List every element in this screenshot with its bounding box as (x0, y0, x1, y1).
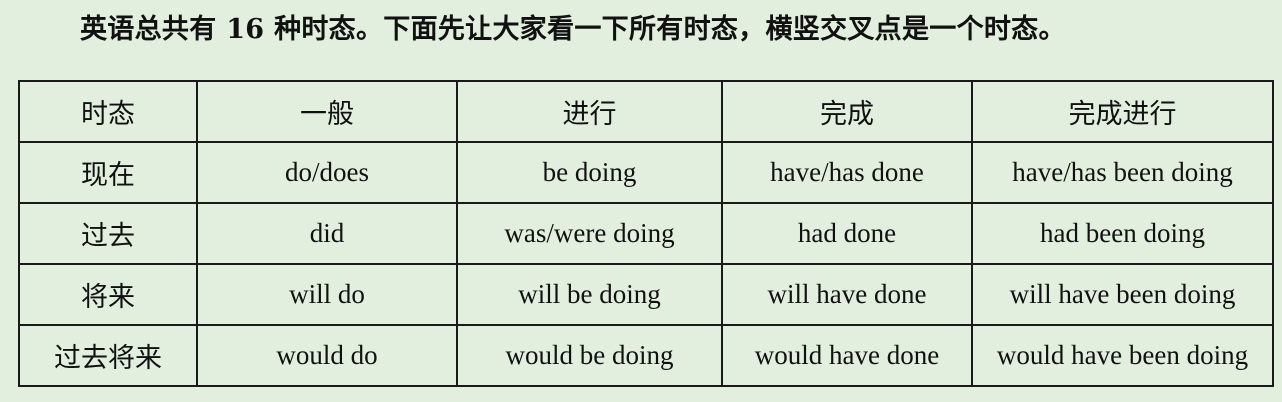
tense-table: 时态 一般 进行 完成 完成进行 现在 do/does be doing hav… (18, 80, 1274, 387)
table-cell: did (196, 202, 458, 265)
table-cell: would have done (721, 324, 973, 387)
table-cell: be doing (456, 141, 723, 204)
intro-text: 英语总共有 16 种时态。下面先让大家看一下所有时态，横竖交叉点是一个时态。 (80, 14, 1066, 45)
header-cell-progressive: 进行 (456, 80, 723, 143)
header-cell-perfect-progressive: 完成进行 (971, 80, 1274, 143)
table-row: 将来 will do will be doing will have done … (18, 263, 1274, 326)
table-cell: had been doing (971, 202, 1274, 265)
table-cell: was/were doing (456, 202, 723, 265)
table-cell: will be doing (456, 263, 723, 326)
table-cell: will have been doing (971, 263, 1274, 326)
row-label: 将来 (18, 263, 198, 326)
table-cell: will have done (721, 263, 973, 326)
table-cell: would do (196, 324, 458, 387)
table-cell: do/does (196, 141, 458, 204)
table-row: 过去将来 would do would be doing would have … (18, 324, 1274, 387)
header-cell-simple: 一般 (196, 80, 458, 143)
table-cell: have/has done (721, 141, 973, 204)
header-cell-perfect: 完成 (721, 80, 973, 143)
header-cell-tense: 时态 (18, 80, 198, 143)
table-row: 现在 do/does be doing have/has done have/h… (18, 141, 1274, 204)
table-cell: have/has been doing (971, 141, 1274, 204)
table-cell: will do (196, 263, 458, 326)
table-cell: would be doing (456, 324, 723, 387)
row-label: 过去 (18, 202, 198, 265)
row-label: 过去将来 (18, 324, 198, 387)
table-cell: had done (721, 202, 973, 265)
row-label: 现在 (18, 141, 198, 204)
table-cell: would have been doing (971, 324, 1274, 387)
header-row: 时态 一般 进行 完成 完成进行 (18, 80, 1274, 143)
table-row: 过去 did was/were doing had done had been … (18, 202, 1274, 265)
